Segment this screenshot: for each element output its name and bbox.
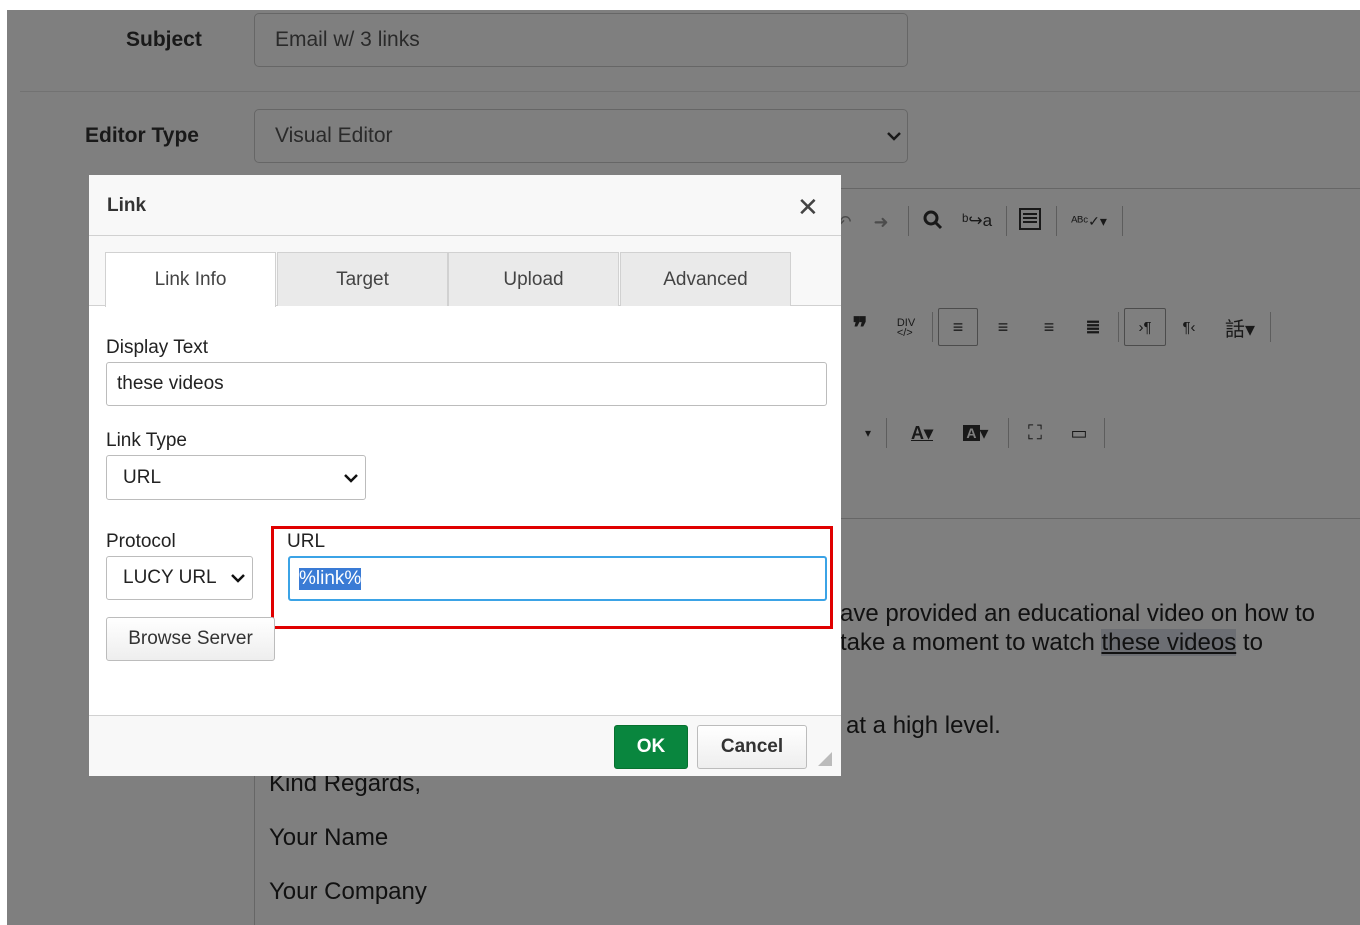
chevron-down-icon [344, 474, 358, 483]
page-edge [0, 0, 7, 925]
protocol-value: LUCY URL [123, 567, 217, 588]
close-icon[interactable]: ✕ [797, 192, 819, 223]
tab-target[interactable]: Target [277, 252, 448, 306]
ok-button[interactable]: OK [614, 725, 688, 769]
resize-handle-icon[interactable] [817, 751, 833, 767]
link-dialog: Link ✕ Link Info Target Upload Advanced … [89, 175, 841, 776]
link-type-select[interactable]: URL [106, 455, 366, 500]
dialog-title: Link [107, 195, 147, 216]
display-text-label: Display Text [106, 337, 209, 358]
page-edge [0, 0, 1360, 10]
url-input[interactable]: %link% [288, 556, 827, 601]
url-label: URL [287, 531, 326, 552]
chevron-down-icon [231, 574, 245, 583]
tab-upload[interactable]: Upload [448, 252, 619, 306]
dialog-title-bar[interactable]: Link ✕ [89, 175, 841, 236]
display-text-value: these videos [117, 373, 224, 394]
dialog-footer: OK Cancel [89, 715, 841, 776]
dialog-tabs: Link Info Target Upload Advanced [89, 236, 841, 307]
browse-server-button[interactable]: Browse Server [106, 617, 275, 661]
protocol-label: Protocol [106, 531, 176, 552]
tab-link-info[interactable]: Link Info [105, 252, 276, 307]
tab-advanced[interactable]: Advanced [620, 252, 791, 306]
protocol-select[interactable]: LUCY URL [106, 556, 253, 600]
cancel-button[interactable]: Cancel [697, 725, 807, 769]
link-type-value: URL [123, 466, 162, 488]
url-value: %link% [299, 567, 362, 590]
link-type-label: Link Type [106, 430, 187, 451]
display-text-input[interactable]: these videos [106, 362, 827, 406]
